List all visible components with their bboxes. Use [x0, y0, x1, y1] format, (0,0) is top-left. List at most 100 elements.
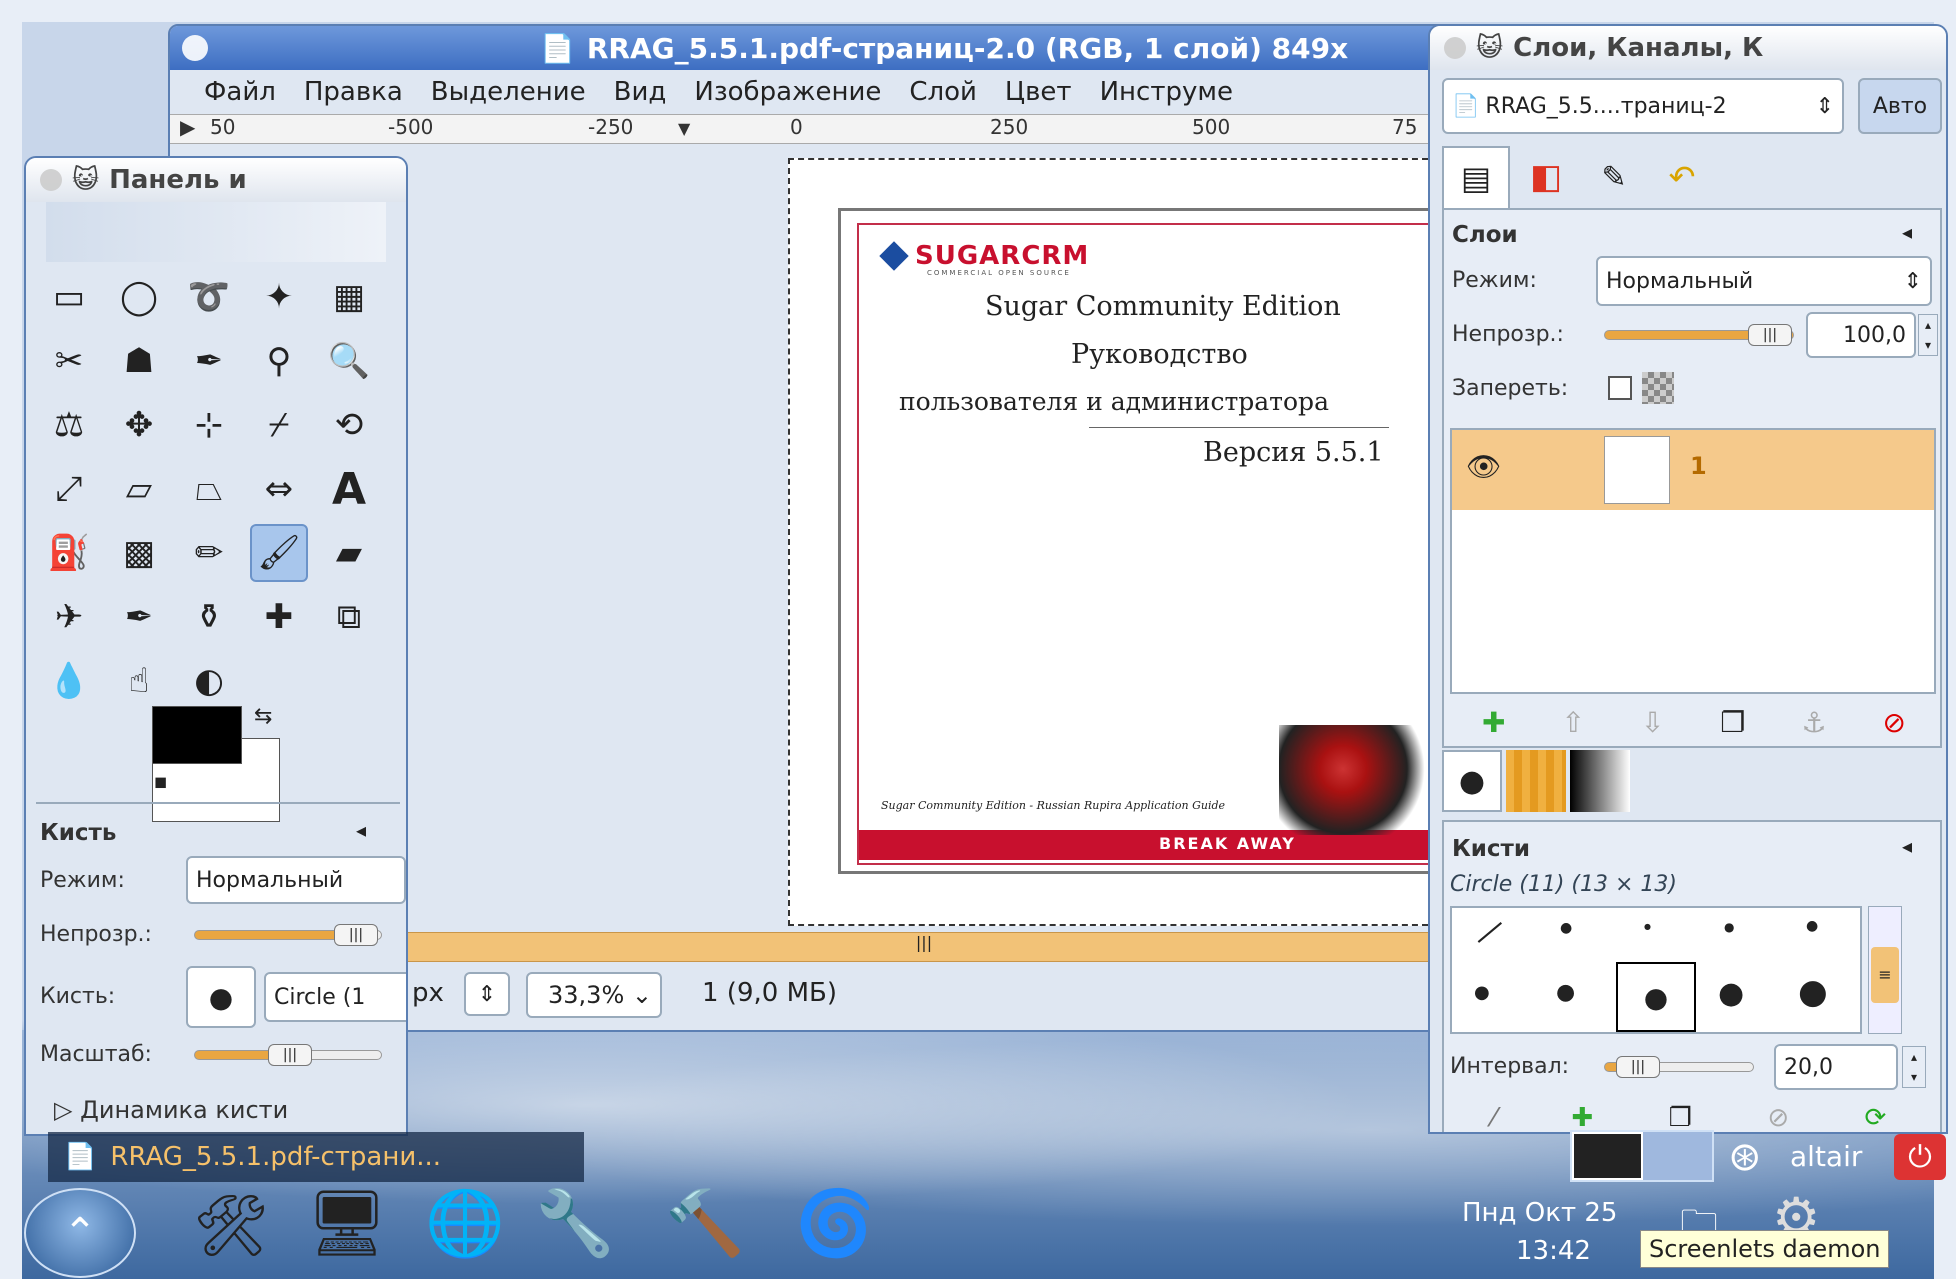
lock-checkbox[interactable] — [1608, 376, 1632, 400]
duplicate-brush-icon[interactable]: ❐ — [1669, 1103, 1692, 1132]
shear-tool-icon[interactable]: ▱ — [110, 460, 168, 518]
raise-layer-icon[interactable]: ⇧ — [1561, 706, 1584, 739]
heal-tool-icon[interactable]: ✚ — [250, 588, 308, 646]
fuzzy-select-tool-icon[interactable]: ✦ — [250, 268, 308, 326]
default-colors-icon[interactable]: ◼ — [154, 772, 167, 791]
free-select-tool-icon[interactable]: ➰ — [180, 268, 238, 326]
brush-item[interactable]: ● — [1474, 982, 1490, 1003]
paths-tool-icon[interactable]: ✒ — [180, 332, 238, 390]
launcher-hammer-icon[interactable]: 🔨 — [650, 1186, 760, 1276]
brush-name-field[interactable]: Circle (1 — [264, 972, 406, 1022]
brush-item[interactable]: ● — [1560, 920, 1572, 936]
eraser-tool-icon[interactable]: ▰ — [320, 524, 378, 582]
auto-button[interactable]: Авто — [1858, 78, 1942, 134]
color-picker-tool-icon[interactable]: ⚲ — [250, 332, 308, 390]
layer-name[interactable]: 1 — [1690, 452, 1707, 480]
menu-colors[interactable]: Цвет — [991, 77, 1086, 107]
brush-item[interactable]: ― — [1466, 908, 1511, 954]
ellipse-select-tool-icon[interactable]: ◯ — [110, 268, 168, 326]
ink-tool-icon[interactable]: ✒ — [110, 588, 168, 646]
brush-item[interactable]: ● — [1798, 972, 1828, 1012]
brush-scrollbar[interactable]: ≡ — [1868, 906, 1902, 1034]
start-menu-button[interactable]: ⌃ — [24, 1188, 136, 1278]
move-tool-icon[interactable]: ✥ — [110, 396, 168, 454]
workspace-1[interactable] — [1572, 1132, 1644, 1180]
launcher-browser-icon[interactable]: 🌐 — [410, 1186, 520, 1276]
smudge-tool-icon[interactable]: ☝ — [110, 652, 168, 710]
launcher-settings-icon[interactable]: 🛠 — [176, 1190, 286, 1276]
align-tool-icon[interactable]: ⊹ — [180, 396, 238, 454]
layers-dock-titlebar[interactable]: 😺 Слои, Каналы, К — [1430, 26, 1946, 70]
brush-item[interactable]: ● — [1644, 922, 1651, 931]
zoom-tool-icon[interactable]: 🔍 — [320, 332, 378, 390]
brush-scrollbar-thumb[interactable]: ≡ — [1871, 947, 1899, 1003]
brush-preview-button[interactable]: ● — [186, 966, 256, 1028]
window-menu-icon[interactable] — [1444, 37, 1466, 59]
foreground-select-tool-icon[interactable]: ☗ — [110, 332, 168, 390]
airbrush-tool-icon[interactable]: ✈ — [40, 588, 98, 646]
tab-gradients[interactable] — [1570, 750, 1630, 812]
mode-dropdown[interactable]: Нормальный — [186, 856, 406, 904]
window-menu-icon[interactable] — [40, 169, 62, 191]
layer-mode-dropdown[interactable]: Нормальный ⇕ — [1596, 256, 1932, 306]
tab-paths[interactable]: ✎ — [1582, 146, 1646, 208]
opacity-spin-button[interactable]: ▴ ▾ — [1918, 314, 1938, 356]
menu-select[interactable]: Выделение — [417, 77, 600, 107]
launcher-computer-icon[interactable]: 🖥 — [290, 1186, 404, 1276]
clone-tool-icon[interactable]: ⚱ — [180, 588, 238, 646]
layer-row[interactable]: 👁 1 — [1452, 430, 1934, 510]
toolbox-titlebar[interactable]: 😺 Панель и — [26, 158, 406, 202]
unit-dropdown[interactable]: ⇕ — [464, 972, 510, 1016]
taskbar-window-button[interactable]: 📄 RRAG_5.5.1.pdf-страни... — [48, 1132, 584, 1182]
menu-layer[interactable]: Слой — [895, 77, 991, 107]
blur-tool-icon[interactable]: 💧 — [40, 652, 98, 710]
paintbrush-tool-icon[interactable]: 🖌 — [250, 524, 308, 582]
brush-item[interactable]: ● — [1718, 976, 1744, 1011]
delete-brush-icon[interactable]: ⊘ — [1767, 1103, 1789, 1132]
flip-tool-icon[interactable]: ⇔ — [250, 460, 308, 518]
refresh-brushes-icon[interactable]: ⟳ — [1865, 1103, 1887, 1132]
lock-alpha-icon[interactable] — [1642, 372, 1674, 404]
anchor-layer-icon[interactable]: ⚓ — [1801, 706, 1826, 739]
image-canvas[interactable]: SUGARCRM COMMERCIAL OPEN SOURCE Sugar Co… — [788, 158, 1438, 926]
horizontal-ruler[interactable]: ▶ 50 -500 -250 0 250 500 75 ▼ — [170, 114, 1446, 144]
delete-layer-icon[interactable]: ⊘ — [1883, 706, 1906, 739]
swap-colors-icon[interactable]: ⇆ — [254, 704, 272, 729]
rect-select-tool-icon[interactable]: ▭ — [40, 268, 98, 326]
foreground-color-swatch[interactable] — [152, 706, 242, 764]
power-button[interactable]: ⏻ — [1894, 1134, 1946, 1180]
layer-opacity-field[interactable]: 100,0 — [1806, 312, 1916, 358]
pencil-tool-icon[interactable]: ✏ — [180, 524, 238, 582]
launcher-tools-icon[interactable]: 🔧 — [520, 1186, 630, 1276]
perspective-tool-icon[interactable]: ⏢ — [180, 460, 238, 518]
perspective-clone-tool-icon[interactable]: ⧉ — [320, 588, 378, 646]
interval-slider-handle[interactable]: ||| — [1616, 1056, 1660, 1078]
launcher-mail-icon[interactable]: 🌀 — [780, 1186, 890, 1276]
tab-layers[interactable]: ▤ — [1442, 146, 1510, 208]
crop-tool-icon[interactable]: ⌿ — [250, 396, 308, 454]
opacity-slider-handle[interactable]: ||| — [334, 924, 378, 946]
eye-icon[interactable]: 👁 — [1466, 450, 1502, 483]
scissors-select-tool-icon[interactable]: ✂ — [40, 332, 98, 390]
scale-tool-icon[interactable]: ⤢ — [40, 460, 98, 518]
menu-image[interactable]: Изображение — [680, 77, 895, 107]
bucket-fill-tool-icon[interactable]: ⛽ — [40, 524, 98, 582]
measure-tool-icon[interactable]: ⚖ — [40, 396, 98, 454]
menu-file[interactable]: Файл — [190, 77, 290, 107]
tab-patterns[interactable] — [1506, 750, 1566, 812]
new-brush-icon[interactable]: ✚ — [1571, 1103, 1593, 1132]
lower-layer-icon[interactable]: ⇩ — [1641, 706, 1664, 739]
tab-menu-icon[interactable]: ◂ — [356, 818, 366, 842]
zoom-field[interactable]: 33,3% ⌄ — [526, 972, 662, 1018]
menu-tools[interactable]: Инструме — [1086, 77, 1247, 107]
duplicate-layer-icon[interactable]: ❐ — [1720, 706, 1745, 739]
text-tool-icon[interactable]: A — [320, 460, 378, 518]
tab-undo[interactable]: ↶ — [1650, 146, 1714, 208]
brush-item[interactable]: ● — [1556, 980, 1575, 1005]
workspace-switcher[interactable] — [1570, 1130, 1714, 1182]
new-layer-icon[interactable]: ✚ — [1482, 706, 1505, 739]
tab-menu-icon[interactable]: ◂ — [1902, 220, 1912, 244]
menu-edit[interactable]: Правка — [290, 77, 417, 107]
horizontal-scrollbar[interactable]: ||| — [400, 932, 1448, 962]
tab-brushes[interactable]: ● — [1442, 750, 1502, 812]
